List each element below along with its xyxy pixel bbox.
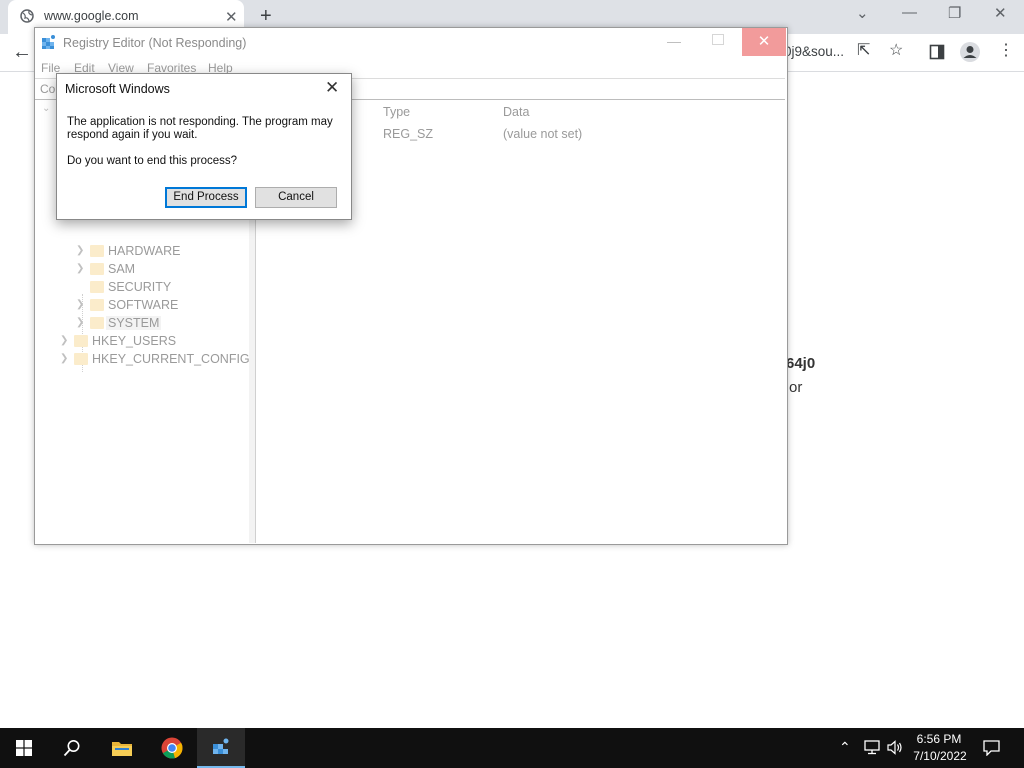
- folder-icon: [90, 317, 104, 329]
- minimize-icon[interactable]: —: [667, 33, 681, 49]
- search-button[interactable]: [48, 728, 96, 768]
- chevron-right-icon[interactable]: ❯: [76, 245, 84, 256]
- bookmark-star-icon[interactable]: ☆: [889, 40, 903, 60]
- close-icon[interactable]: ✕: [325, 78, 339, 98]
- tree-item-label: SECURITY: [108, 280, 172, 294]
- folder-icon: [74, 353, 88, 365]
- not-responding-dialog: Microsoft Windows ✕ The application is n…: [56, 73, 352, 220]
- taskbar: ⌃ 6:56 PM 7/10/2022: [0, 728, 1024, 768]
- side-panel-icon[interactable]: [929, 44, 945, 60]
- folder-icon: [90, 245, 104, 257]
- address-label: Co: [40, 82, 56, 96]
- notification-icon[interactable]: [983, 740, 1000, 756]
- tab-close-icon[interactable]: ✕: [225, 8, 238, 26]
- folder-icon: [90, 299, 104, 311]
- chevron-right-icon[interactable]: ❯: [76, 317, 84, 328]
- file-explorer-button[interactable]: [98, 728, 146, 768]
- volume-icon[interactable]: [887, 740, 903, 755]
- chevron-right-icon[interactable]: ❯: [76, 263, 84, 274]
- restore-icon[interactable]: ❐: [948, 4, 961, 22]
- column-header-type[interactable]: Type: [383, 105, 410, 119]
- tree-item-label: SYSTEM: [106, 316, 162, 330]
- close-icon[interactable]: ✕: [994, 4, 1007, 22]
- chrome-icon: [161, 737, 183, 759]
- tab-search-chevron-icon[interactable]: ⌄: [856, 4, 869, 22]
- minimize-icon[interactable]: —: [902, 4, 917, 21]
- chrome-button[interactable]: [148, 728, 196, 768]
- dialog-question: Do you want to end this process?: [67, 155, 238, 167]
- cancel-button[interactable]: Cancel: [255, 187, 337, 208]
- address-bar-text[interactable]: 0j9&sou...: [784, 44, 844, 59]
- folder-icon: [90, 281, 104, 293]
- globe-icon: [20, 9, 34, 23]
- back-arrow-icon[interactable]: ←: [12, 41, 32, 64]
- maximize-icon[interactable]: [712, 34, 724, 45]
- tree-item-hkey-current-config[interactable]: ❯ HKEY_CURRENT_CONFIG: [35, 351, 250, 369]
- registry-title-bar[interactable]: Registry Editor (Not Responding) — ✕: [35, 28, 787, 58]
- start-button[interactable]: [0, 728, 48, 768]
- column-header-data[interactable]: Data: [503, 105, 529, 119]
- more-menu-icon[interactable]: ⋮: [998, 40, 1014, 60]
- folder-icon: [112, 742, 132, 756]
- dialog-title: Microsoft Windows: [65, 82, 170, 96]
- tree-item-label: SOFTWARE: [108, 298, 179, 312]
- tab-title: www.google.com: [44, 9, 139, 23]
- chevron-right-icon[interactable]: ❯: [60, 335, 68, 346]
- tree-item-sam[interactable]: ❯ SAM: [35, 261, 249, 279]
- tree-item-security[interactable]: SECURITY: [35, 279, 249, 297]
- registry-app-icon: [213, 738, 229, 754]
- tree-item-hkey-users[interactable]: ❯ HKEY_USERS: [35, 333, 249, 351]
- chevron-right-icon[interactable]: ❯: [60, 353, 68, 364]
- chevron-down-icon[interactable]: ⌄: [42, 103, 50, 114]
- page-text-fragment: 64j0: [786, 355, 816, 372]
- search-icon: [63, 740, 80, 757]
- end-process-button[interactable]: End Process: [165, 187, 247, 208]
- tree-item-label: HKEY_CURRENT_CONFIG: [92, 352, 250, 366]
- share-icon[interactable]: ⇱: [857, 40, 870, 60]
- close-icon[interactable]: ✕: [742, 28, 786, 56]
- profile-avatar-icon[interactable]: [959, 41, 981, 63]
- folder-icon: [74, 335, 88, 347]
- value-data[interactable]: (value not set): [503, 127, 582, 141]
- tree-item-label: SAM: [108, 262, 136, 276]
- tree-item-software[interactable]: ❯ SOFTWARE: [35, 297, 249, 315]
- dialog-message: The application is not responding. The p…: [67, 116, 333, 141]
- clock-date[interactable]: 7/10/2022: [910, 749, 970, 763]
- page-text-fragment: or: [789, 379, 803, 396]
- tree-item-hardware[interactable]: ❯ HARDWARE: [35, 243, 249, 261]
- chevron-right-icon[interactable]: ❯: [76, 299, 84, 310]
- windows-logo-icon: [16, 740, 32, 756]
- clock-time[interactable]: 6:56 PM: [912, 732, 966, 746]
- network-icon[interactable]: [864, 740, 880, 755]
- new-tab-button[interactable]: +: [260, 5, 272, 28]
- dialog-title-bar[interactable]: Microsoft Windows ✕: [57, 74, 351, 104]
- chevron-up-icon[interactable]: ⌃: [839, 739, 851, 756]
- value-type[interactable]: REG_SZ: [383, 127, 433, 141]
- registry-editor-taskbar-button[interactable]: [197, 728, 245, 768]
- tree-item-label: HARDWARE: [108, 244, 181, 258]
- registry-app-icon: [42, 35, 55, 49]
- folder-icon: [90, 263, 104, 275]
- tree-item-label: HKEY_USERS: [92, 334, 177, 348]
- tree-item-system[interactable]: ❯ SYSTEM: [35, 315, 249, 333]
- registry-title: Registry Editor (Not Responding): [63, 36, 247, 50]
